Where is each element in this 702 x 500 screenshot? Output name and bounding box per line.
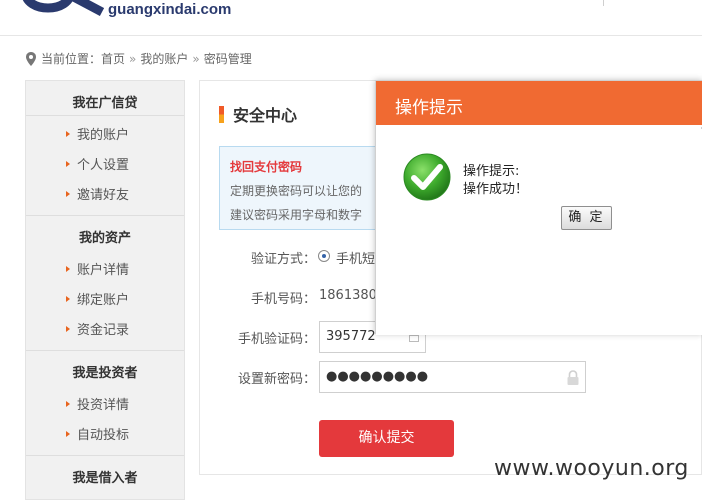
sidebar-group-title: 我的资产 (78, 231, 131, 246)
bullet-arrow-icon (66, 325, 70, 332)
sms-code-label: 手机验证码： (237, 332, 316, 347)
sidebar-divider (26, 215, 184, 216)
sidebar-group-title: 我在广信贷 (72, 96, 138, 111)
site-domain[interactable]: guangxindai.com (108, 1, 231, 18)
sidebar-item-investment-details[interactable]: 投资详情 (66, 394, 129, 413)
header-divider (0, 35, 702, 36)
sidebar-item-label: 投资详情 (77, 398, 130, 413)
bullet-arrow-icon (66, 265, 70, 272)
success-check-icon (403, 153, 451, 201)
sidebar-item-invite-friends[interactable]: 邀请好友 (66, 184, 129, 203)
lock-icon (567, 370, 579, 385)
notice-text: 定期更换密码可以让您的 (230, 184, 363, 198)
dialog-message-title: 操作提示: (463, 164, 520, 179)
sidebar-divider (26, 455, 184, 456)
verify-method-option[interactable]: 手机短 (336, 248, 375, 267)
breadcrumb: 当前位置： 首页 » 我的账户 » 密码管理 (26, 50, 252, 67)
dialog-header[interactable]: 操作提示 (376, 81, 702, 127)
sms-code-value: 395772 (326, 329, 376, 344)
sidebar-item-my-account[interactable]: 我的账户 (66, 124, 129, 143)
breadcrumb-separator: » (129, 51, 137, 66)
sidebar-item-label: 邀请好友 (77, 188, 130, 203)
sidebar-divider (26, 350, 184, 351)
dialog-message: 操作成功！ (463, 182, 529, 197)
sidebar-item-label: 我的账户 (77, 128, 130, 143)
breadcrumb-prefix: 当前位置： (41, 52, 102, 66)
sidebar-item-auto-bid[interactable]: 自动投标 (66, 424, 129, 443)
location-pin-icon (26, 51, 36, 66)
operation-dialog: 操作提示 (375, 80, 702, 335)
sidebar-item-fund-records[interactable]: 资金记录 (66, 319, 129, 338)
sidebar-item-label: 账户详情 (77, 263, 130, 278)
sidebar-group-title: 我是借入者 (72, 471, 138, 486)
new-password-value: ●●●●●●●●● (326, 369, 429, 384)
breadcrumb-account-link[interactable]: 我的账户 (140, 50, 188, 67)
sidebar-group-title: 我是投资者 (72, 366, 138, 381)
verify-method-label: 验证方式： (250, 252, 316, 267)
ok-button[interactable]: 确 定 (561, 206, 612, 230)
sidebar-item-label: 个人设置 (77, 158, 130, 173)
breadcrumb-home-link[interactable]: 首页 (101, 50, 125, 67)
bullet-arrow-icon (66, 295, 70, 302)
breadcrumb-separator: » (192, 51, 200, 66)
sidebar-divider (26, 115, 184, 116)
bullet-arrow-icon (66, 160, 70, 167)
new-password-label: 设置新密码： (237, 372, 316, 387)
sidebar-item-label: 自动投标 (77, 428, 130, 443)
section-title: 安全中心 (219, 102, 297, 126)
bullet-arrow-icon (66, 400, 70, 407)
sidebar-item-account-details[interactable]: 账户详情 (66, 259, 129, 278)
bullet-arrow-icon (66, 190, 70, 197)
sidebar-item-label: 资金记录 (77, 323, 130, 338)
section-title-text: 安全中心 (233, 106, 298, 125)
sidebar-item-personal-settings[interactable]: 个人设置 (66, 154, 129, 173)
phone-number-label: 手机号码： (250, 292, 316, 307)
notice-title: 找回支付密码 (230, 160, 303, 174)
notice-text: 建议密码采用字母和数字 (230, 208, 363, 222)
submit-button[interactable]: 确认提交 (319, 420, 454, 457)
watermark: www.wooyun.org (494, 456, 689, 481)
phone-number-value: 1861380 (319, 288, 377, 303)
sidebar-item-label: 绑定账户 (77, 293, 130, 308)
bullet-arrow-icon (66, 430, 70, 437)
site-logo-icon[interactable] (20, 0, 104, 16)
dialog-title: 操作提示 (395, 98, 463, 118)
bullet-arrow-icon (66, 130, 70, 137)
sidebar: 我在广信贷 我的账户 个人设置 邀请好友 我的资产 账户详情 绑定账户 资金记录… (25, 80, 185, 500)
header-divider-tick (603, 0, 604, 6)
new-password-input[interactable]: ●●●●●●●●● (319, 361, 586, 393)
verify-method-radio[interactable] (318, 250, 330, 262)
sidebar-item-bind-account[interactable]: 绑定账户 (66, 289, 129, 308)
section-title-bar (219, 105, 224, 123)
breadcrumb-current: 密码管理 (203, 52, 252, 66)
keyboard-icon[interactable] (409, 335, 419, 342)
